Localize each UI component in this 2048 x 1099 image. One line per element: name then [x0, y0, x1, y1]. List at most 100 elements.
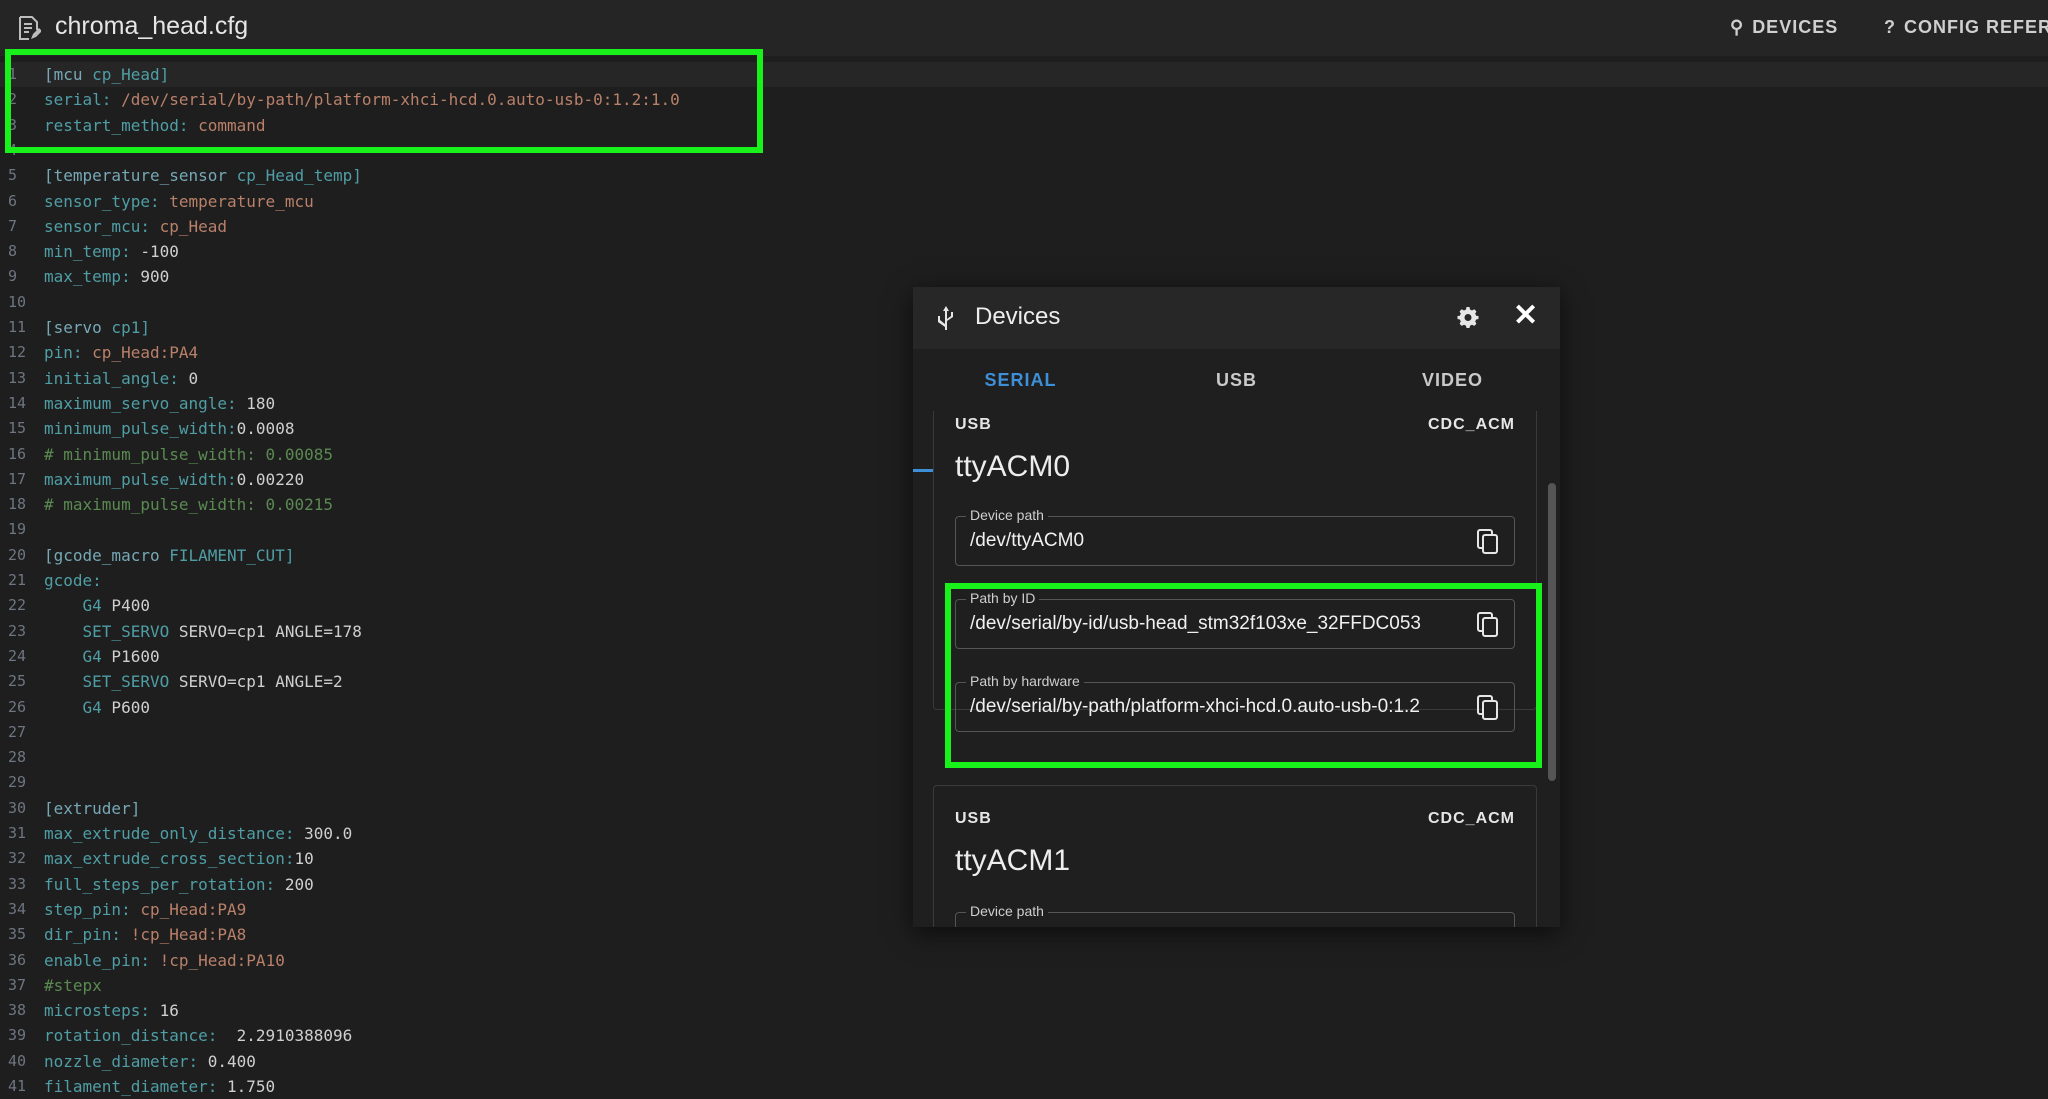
- line-number: 37: [8, 975, 27, 994]
- field-label: Device path: [966, 903, 1048, 919]
- device-type: USB: [955, 416, 992, 433]
- device-path-field[interactable]: Device path: [955, 903, 1515, 927]
- code-line[interactable]: 5 [temperature_sensor cp_Head_temp]: [0, 163, 2048, 188]
- device-card: USB CDC_ACM ttyACM1 Device path: [933, 785, 1537, 927]
- line-number: 26: [8, 697, 27, 716]
- code-text: dir_pin: !cp_Head:PA8: [44, 925, 247, 945]
- code-text: max_extrude_only_distance: 300.0: [44, 824, 353, 843]
- code-text: enable_pin: !cp_Head:PA10: [44, 950, 285, 970]
- code-text: SET_SERVO SERVO=cp1 ANGLE=178: [82, 621, 362, 641]
- code-text: G4 P1600: [82, 646, 160, 666]
- dialog-title: Devices: [975, 303, 1061, 330]
- code-line[interactable]: 36 enable_pin: !cp_Head:PA10: [0, 948, 2048, 973]
- file-title: chroma_head.cfg: [55, 12, 249, 40]
- line-number: 25: [8, 672, 27, 691]
- line-number: 9: [8, 267, 18, 286]
- code-line[interactable]: 40 nozzle_diameter: 0.400: [0, 1049, 2048, 1074]
- code-text: [extruder]: [44, 798, 141, 818]
- code-text: nozzle_diameter: 0.400: [44, 1051, 256, 1071]
- config-reference-label: CONFIG REFER: [1904, 17, 2048, 37]
- line-number: 27: [8, 722, 27, 741]
- copy-icon[interactable]: [1476, 529, 1500, 555]
- highlight-box-paths: [945, 583, 1542, 768]
- line-number: 5: [8, 166, 18, 185]
- devices-button[interactable]: ⚲ DEVICES: [1730, 17, 1838, 38]
- code-text: maximum_pulse_width:0.00220: [44, 469, 305, 489]
- line-number: 7: [8, 216, 18, 235]
- dialog-header: Devices ✕: [913, 287, 1560, 349]
- code-text: microsteps: 16: [44, 1001, 179, 1021]
- code-text: G4 P600: [82, 697, 150, 717]
- code-text: maximum_servo_angle: 180: [44, 393, 276, 413]
- gear-icon[interactable]: [1456, 305, 1480, 329]
- line-number: 35: [8, 925, 27, 944]
- field-label: Device path: [966, 507, 1048, 523]
- line-number: 34: [8, 899, 27, 918]
- field-value[interactable]: /dev/ttyACM0: [970, 530, 1460, 552]
- usb-icon: ⚲: [1730, 17, 1745, 37]
- line-number: 8: [8, 242, 18, 261]
- code-text: # minimum_pulse_width: 0.00085: [44, 444, 333, 464]
- code-line[interactable]: 37 #stepx: [0, 973, 2048, 998]
- tab-serial[interactable]: SERIAL: [913, 349, 1128, 411]
- code-text: gcode:: [44, 571, 102, 590]
- code-line[interactable]: 7 sensor_mcu: cp_Head: [0, 214, 2048, 239]
- code-line[interactable]: 38 microsteps: 16: [0, 998, 2048, 1023]
- tab-usb[interactable]: USB: [1129, 349, 1344, 411]
- close-icon[interactable]: ✕: [1513, 301, 1538, 331]
- device-path-field[interactable]: Device path /dev/ttyACM0: [955, 507, 1515, 566]
- line-number: 40: [8, 1051, 27, 1070]
- line-number: 41: [8, 1077, 27, 1095]
- file-edit-icon: [19, 16, 41, 40]
- line-number: 31: [8, 824, 27, 842]
- line-number: 39: [8, 1026, 27, 1045]
- device-name: ttyACM0: [955, 450, 1071, 483]
- code-text: [temperature_sensor cp_Head_temp]: [44, 166, 362, 186]
- code-text: filament_diameter: 1.750: [44, 1077, 276, 1096]
- code-text: step_pin: cp_Head:PA9: [44, 899, 247, 919]
- scrollbar-thumb[interactable]: [1548, 483, 1556, 781]
- line-number: 11: [8, 318, 27, 336]
- code-text: sensor_type: temperature_mcu: [44, 191, 314, 211]
- code-text: SET_SERVO SERVO=cp1 ANGLE=2: [82, 672, 343, 692]
- line-number: 14: [8, 393, 27, 412]
- line-number: 36: [8, 950, 27, 969]
- code-line[interactable]: 8 min_temp: -100: [0, 239, 2048, 264]
- code-text: pin: cp_Head:PA4: [44, 343, 199, 363]
- code-text: [servo cp1]: [44, 318, 150, 337]
- line-number: 10: [8, 292, 27, 311]
- line-number: 21: [8, 571, 27, 589]
- help-icon: ?: [1884, 17, 1896, 37]
- code-text: G4 P400: [82, 596, 150, 616]
- code-line[interactable]: 9 max_temp: 900: [0, 264, 2048, 289]
- code-text: max_extrude_cross_section:10: [44, 849, 314, 869]
- code-line[interactable]: 39 rotation_distance: 2.2910388096: [0, 1023, 2048, 1048]
- code-text: # maximum_pulse_width: 0.00215: [44, 495, 333, 515]
- line-number: 20: [8, 545, 27, 564]
- line-number: 24: [8, 646, 27, 665]
- line-number: 38: [8, 1001, 27, 1020]
- line-number: 22: [8, 596, 27, 615]
- line-number: 13: [8, 368, 27, 387]
- line-number: 23: [8, 621, 27, 640]
- device-driver: CDC_ACM: [1428, 416, 1515, 433]
- code-line[interactable]: 6 sensor_type: temperature_mcu: [0, 189, 2048, 214]
- code-text: initial_angle: 0: [44, 368, 199, 388]
- code-text: minimum_pulse_width:0.0008: [44, 419, 295, 439]
- devices-button-label: DEVICES: [1752, 17, 1839, 37]
- tab-video[interactable]: VIDEO: [1345, 349, 1560, 411]
- code-text: max_temp: 900: [44, 267, 170, 287]
- code-text: rotation_distance: 2.2910388096: [44, 1026, 353, 1046]
- line-number: 30: [8, 798, 27, 817]
- line-number: 29: [8, 773, 27, 792]
- code-text: full_steps_per_rotation: 200: [44, 874, 314, 894]
- line-number: 12: [8, 343, 27, 362]
- line-number: 6: [8, 191, 18, 210]
- code-line[interactable]: 41 filament_diameter: 1.750: [0, 1074, 2048, 1099]
- device-name: ttyACM1: [955, 844, 1071, 877]
- code-text: min_temp: -100: [44, 242, 179, 262]
- line-number: 18: [8, 495, 27, 514]
- line-number: 28: [8, 748, 27, 767]
- highlight-box-mcu-section: [5, 49, 763, 153]
- config-reference-button[interactable]: ? CONFIG REFER: [1884, 17, 2048, 38]
